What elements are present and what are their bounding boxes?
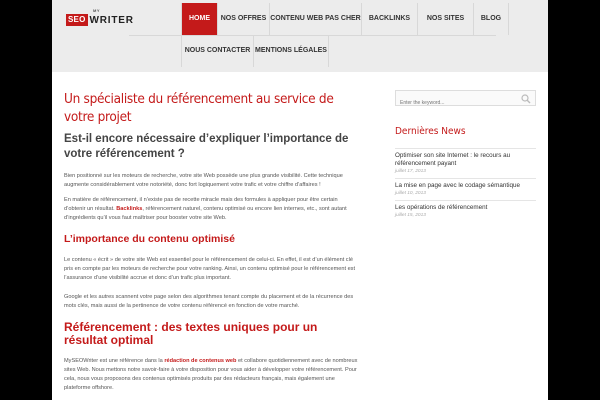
nav-item-nous-contacter[interactable]: NOUS CONTACTER — [181, 35, 253, 67]
news-item-link[interactable]: Optimiser son site Internet : le recours… — [395, 152, 536, 168]
search-box — [395, 90, 536, 110]
paragraph-google: Google et les autres scannent votre page… — [64, 294, 354, 309]
paragraph-contenu: Le contenu « écrit » de votre site Web e… — [64, 257, 356, 281]
nav-item-home[interactable]: HOME — [181, 3, 217, 35]
nav-item-mentions-legales[interactable]: MENTIONS LÉGALES — [253, 35, 329, 67]
logo-my-text: MY — [93, 8, 100, 13]
page-title: Un spécialiste du référencement au servi… — [64, 91, 334, 125]
section-heading-contenu: L’importance du contenu optimisé — [64, 233, 235, 245]
redaction-link[interactable]: rédaction de contenus web — [164, 358, 236, 364]
news-item-date: juillet 10, 2013 — [395, 191, 426, 196]
nav-item-nos-sites[interactable]: NOS SITES — [417, 3, 473, 35]
search-icon[interactable] — [521, 94, 531, 104]
sidebar: Dernières News Optimiser son site Intern… — [395, 90, 536, 222]
nav-item-nos-offres[interactable]: NOS OFFRES — [217, 3, 269, 35]
logo-writer-text: WRITER — [89, 14, 134, 26]
nav-item-contenu-web[interactable]: CONTENU WEB PAS CHER — [269, 3, 361, 35]
nav-item-blog[interactable]: BLOG — [473, 3, 509, 35]
page-subtitle: Est-il encore nécessaire d’expliquer l’i… — [64, 133, 349, 160]
sidebar-news-title: Dernières News — [395, 126, 466, 137]
news-item-date: juillet 15, 2013 — [395, 213, 426, 218]
news-item: Optimiser son site Internet : le recours… — [395, 148, 536, 178]
page-content: Un spécialiste du référencement au servi… — [52, 72, 548, 400]
news-list: Optimiser son site Internet : le recours… — [395, 148, 536, 222]
logo-seo-badge: SEO — [66, 14, 88, 26]
nav-item-backlinks[interactable]: BACKLINKS — [361, 3, 417, 35]
news-item-link[interactable]: Les opérations de référencement — [395, 204, 536, 212]
news-item-link[interactable]: La mise en page avec le codage sémantiqu… — [395, 182, 536, 190]
site-header: SEO MY WRITER HOME NOS OFFRES CONTENU WE… — [52, 0, 548, 72]
paragraph-intro: Bien positionné sur les moteurs de reche… — [64, 173, 343, 188]
main-article: Un spécialiste du référencement au servi… — [64, 90, 360, 393]
backlinks-link[interactable]: Backlinks — [116, 206, 142, 212]
section-heading-textes-uniques: Référencement : des textes uniques pour … — [64, 320, 318, 347]
site-logo[interactable]: SEO MY WRITER — [66, 8, 134, 28]
paragraph-myseowriter-start: MySEOWriter est une référence dans la — [64, 358, 165, 364]
news-item-date: juillet 17, 2013 — [395, 169, 426, 174]
paragraph-recette: En matière de référencement, il n’existe… — [64, 196, 360, 223]
nav-row-divider — [129, 35, 496, 36]
paragraph-myseowriter: MySEOWriter est une référence dans la ré… — [64, 357, 360, 393]
news-item: Les opérations de référencement juillet … — [395, 200, 536, 222]
news-item: La mise en page avec le codage sémantiqu… — [395, 178, 536, 200]
search-input[interactable] — [396, 96, 516, 110]
